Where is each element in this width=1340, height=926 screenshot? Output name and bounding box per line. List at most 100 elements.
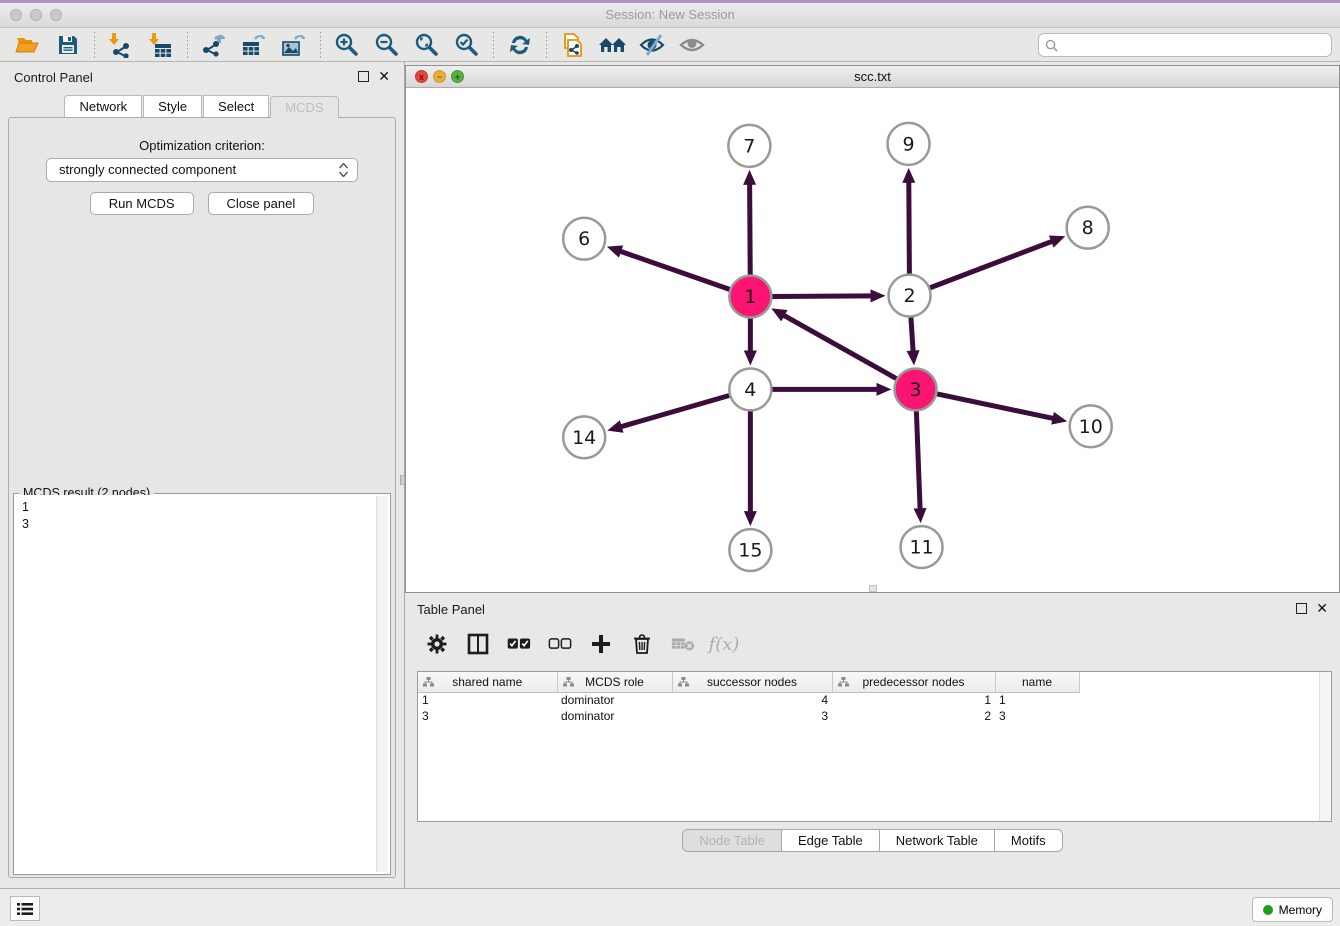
table-cell[interactable]: 4 (672, 692, 832, 708)
control-panel: Control Panel ✕ Network Style Select MCD… (0, 62, 405, 888)
status-bar: Memory (0, 888, 1340, 926)
export-table-icon[interactable] (239, 31, 269, 59)
graph-edge-2-3[interactable] (911, 317, 913, 352)
graph-edge-2-8[interactable] (930, 241, 1053, 288)
graph-arrowhead (607, 245, 623, 257)
graph-edge-1-6[interactable] (619, 251, 729, 289)
float-panel-icon[interactable] (358, 71, 369, 82)
tab-network[interactable]: Network (64, 95, 142, 117)
graph-edge-1-7[interactable] (750, 183, 751, 275)
toolbar-separator (187, 32, 188, 58)
delete-column-icon[interactable] (630, 632, 654, 656)
graph-edge-3-10[interactable] (937, 394, 1054, 419)
graph-arrowhead (1049, 236, 1065, 248)
zoom-selected-icon[interactable] (452, 31, 482, 59)
table-cell[interactable]: 1 (418, 692, 557, 708)
toolbar-separator (94, 32, 95, 58)
tab-mcds[interactable]: MCDS (270, 96, 338, 118)
memory-label: Memory (1279, 903, 1322, 917)
delete-table-icon[interactable] (671, 632, 695, 656)
task-history-button[interactable] (10, 896, 40, 921)
network-window-titlebar[interactable]: x − + scc.txt (406, 66, 1339, 88)
column-header-successor-nodes[interactable]: successor nodes (672, 672, 832, 692)
import-network-icon[interactable] (106, 31, 136, 59)
table-scrollbar[interactable] (1319, 672, 1331, 821)
graph-node-label: 10 (1079, 416, 1103, 438)
open-session-icon[interactable] (13, 31, 43, 59)
close-panel-icon[interactable]: ✕ (378, 70, 390, 83)
close-table-panel-icon[interactable]: ✕ (1316, 602, 1328, 615)
function-builder-icon[interactable]: f(x) (712, 632, 736, 656)
table-row[interactable]: 3dominator323 (418, 708, 1079, 724)
zoom-out-icon[interactable] (372, 31, 402, 59)
network-canvas[interactable]: 7968124314101511 (406, 88, 1339, 592)
column-header-predecessor-nodes[interactable]: predecessor nodes (832, 672, 995, 692)
table-row[interactable]: 1dominator411 (418, 692, 1079, 708)
table-cell[interactable]: dominator (557, 692, 672, 708)
result-scrollbar[interactable] (376, 496, 388, 872)
memory-button[interactable]: Memory (1252, 897, 1333, 922)
table-cell[interactable]: 2 (832, 708, 995, 724)
show-column-icon[interactable] (466, 632, 490, 656)
table-tabs: Node Table Edge Table Network Table Moti… (405, 829, 1340, 852)
graph-node-label: 14 (572, 427, 596, 449)
graph-node-label: 7 (743, 135, 755, 157)
table-cell[interactable]: 3 (995, 708, 1079, 724)
graph-edge-3-11[interactable] (916, 411, 920, 510)
control-panel-tabs: Network Style Select MCDS (0, 89, 404, 117)
hide-graphics-details-icon[interactable] (638, 31, 668, 59)
tab-network-table[interactable]: Network Table (880, 830, 995, 851)
search-box[interactable] (1038, 33, 1332, 57)
save-session-icon[interactable] (53, 31, 83, 59)
column-header-name[interactable]: name (995, 672, 1079, 692)
criterion-select[interactable]: strongly connected component (46, 158, 358, 182)
column-header-MCDS-role[interactable]: MCDS role (557, 672, 672, 692)
duplicate-network-icon[interactable] (558, 31, 588, 59)
close-panel-button[interactable]: Close panel (208, 192, 315, 215)
column-header-label: name (1022, 675, 1052, 689)
table-cell[interactable]: dominator (557, 708, 672, 724)
table-cell[interactable]: 3 (672, 708, 832, 724)
graph-edge-1-2[interactable] (772, 296, 872, 297)
table-cell[interactable]: 1 (995, 692, 1079, 708)
session-title: Session: New Session (0, 7, 1340, 22)
table-cell[interactable]: 3 (418, 708, 557, 724)
search-input[interactable] (1062, 38, 1325, 52)
graph-edge-3-1[interactable] (783, 315, 897, 379)
zoom-fit-icon[interactable] (412, 31, 442, 59)
tab-motifs[interactable]: Motifs (995, 830, 1062, 851)
main-toolbar (0, 28, 1340, 62)
mcds-result-text[interactable]: 1 3 (15, 495, 389, 873)
table-options-gear-icon[interactable] (425, 632, 449, 656)
show-graphics-details-icon[interactable] (678, 31, 708, 59)
column-header-shared-name[interactable]: shared name (418, 672, 557, 692)
run-mcds-button[interactable]: Run MCDS (90, 192, 194, 215)
network-graph[interactable]: 7968124314101511 (406, 88, 1339, 592)
graph-node-label: 15 (738, 540, 762, 562)
tab-select[interactable]: Select (203, 95, 269, 117)
column-header-label: shared name (452, 675, 522, 689)
table-cell[interactable]: 1 (832, 692, 995, 708)
sort-hierarchy-icon (838, 677, 849, 687)
graph-arrowhead (744, 511, 757, 526)
tab-node-table[interactable]: Node Table (683, 830, 782, 851)
graph-edge-2-9[interactable] (909, 181, 910, 274)
tab-edge-table[interactable]: Edge Table (782, 830, 880, 851)
mcds-result-group: MCDS result (2 nodes) 1 3 (13, 493, 391, 875)
app-window: Session: New Session (0, 0, 1340, 926)
zoom-in-icon[interactable] (332, 31, 362, 59)
graph-node-label: 2 (903, 285, 915, 307)
graph-edge-4-14[interactable] (620, 396, 729, 428)
float-table-panel-icon[interactable] (1296, 603, 1307, 614)
import-table-icon[interactable] (146, 31, 176, 59)
add-column-icon[interactable] (589, 632, 613, 656)
refresh-layout-icon[interactable] (505, 31, 535, 59)
export-network-icon[interactable] (199, 31, 229, 59)
canvas-resize-handle[interactable] (869, 585, 877, 592)
select-all-checkboxes-icon[interactable] (507, 632, 531, 656)
export-image-icon[interactable] (279, 31, 309, 59)
optimization-criterion-label: Optimization criterion: (9, 138, 395, 153)
tab-style[interactable]: Style (143, 95, 202, 117)
deselect-all-checkboxes-icon[interactable] (548, 632, 572, 656)
home-view-icon[interactable] (598, 31, 628, 59)
